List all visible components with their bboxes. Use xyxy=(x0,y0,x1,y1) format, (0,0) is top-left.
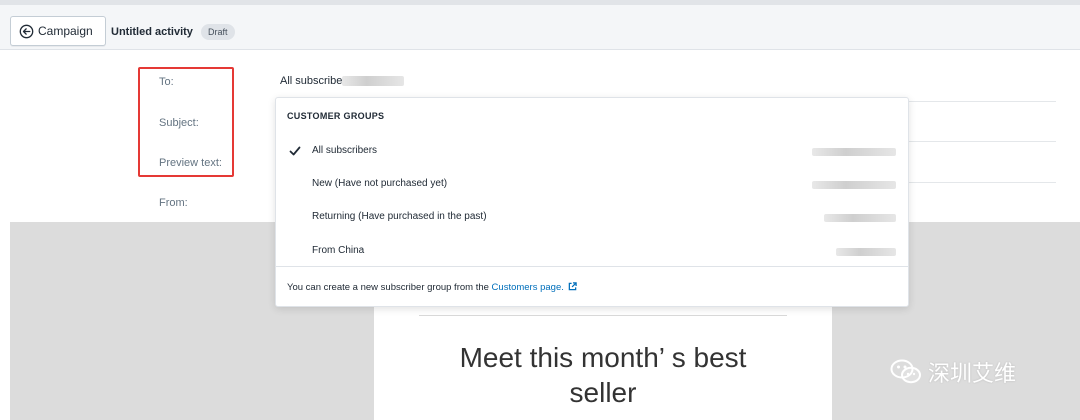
footer-text: You can create a new subscriber group fr… xyxy=(287,282,489,293)
customer-groups-dropdown[interactable]: CUSTOMER GROUPS All subscribers New (Hav… xyxy=(275,97,909,307)
dropdown-header: CUSTOMER GROUPS xyxy=(287,111,385,121)
top-toolbar: Campaign Untitled activity Draft xyxy=(0,0,1080,50)
redacted-count xyxy=(812,181,896,189)
back-button-label: Campaign xyxy=(38,24,93,38)
watermark: 深圳艾维 xyxy=(890,356,1016,388)
activity-title: Untitled activity xyxy=(111,26,193,38)
option-label: New (Have not purchased yet) xyxy=(312,178,448,189)
option-all-subscribers[interactable]: All subscribers xyxy=(276,135,908,165)
circle-arrow-left-icon xyxy=(19,24,34,39)
option-from-china[interactable]: From China xyxy=(276,235,908,265)
dropdown-footer: You can create a new subscriber group fr… xyxy=(287,282,577,293)
email-heading[interactable]: Meet this month’ s best seller xyxy=(374,340,832,410)
option-new[interactable]: New (Have not purchased yet) xyxy=(276,168,908,198)
watermark-text: 深圳艾维 xyxy=(928,361,1017,386)
from-label: From: xyxy=(159,197,188,209)
external-link-icon xyxy=(568,282,577,291)
customers-page-link-label: Customers page. xyxy=(491,282,564,293)
dropdown-divider xyxy=(276,266,908,267)
email-preview-card: Meet this month’ s best seller xyxy=(374,300,832,420)
redacted-count xyxy=(824,214,896,222)
option-label: Returning (Have purchased in the past) xyxy=(312,211,487,222)
option-label: All subscribers xyxy=(312,145,378,156)
wechat-icon xyxy=(890,358,922,386)
email-heading-line2: seller xyxy=(569,377,637,408)
status-badge: Draft xyxy=(201,24,235,40)
to-value: All subscribe xyxy=(280,75,343,87)
email-divider xyxy=(419,315,787,316)
redacted-count xyxy=(836,248,896,256)
back-to-campaign-button[interactable]: Campaign xyxy=(10,16,106,46)
redacted-text xyxy=(342,76,405,87)
option-returning[interactable]: Returning (Have purchased in the past) xyxy=(276,201,908,231)
option-label: From China xyxy=(312,245,365,256)
email-heading-line1: Meet this month’ s best xyxy=(459,342,747,373)
checkmark-icon xyxy=(289,144,301,156)
customers-page-link[interactable]: Customers page. xyxy=(492,282,577,293)
annotation-highlight-box xyxy=(138,67,234,177)
to-recipients-field[interactable]: All subscribe xyxy=(280,75,405,87)
redacted-count xyxy=(812,148,896,156)
